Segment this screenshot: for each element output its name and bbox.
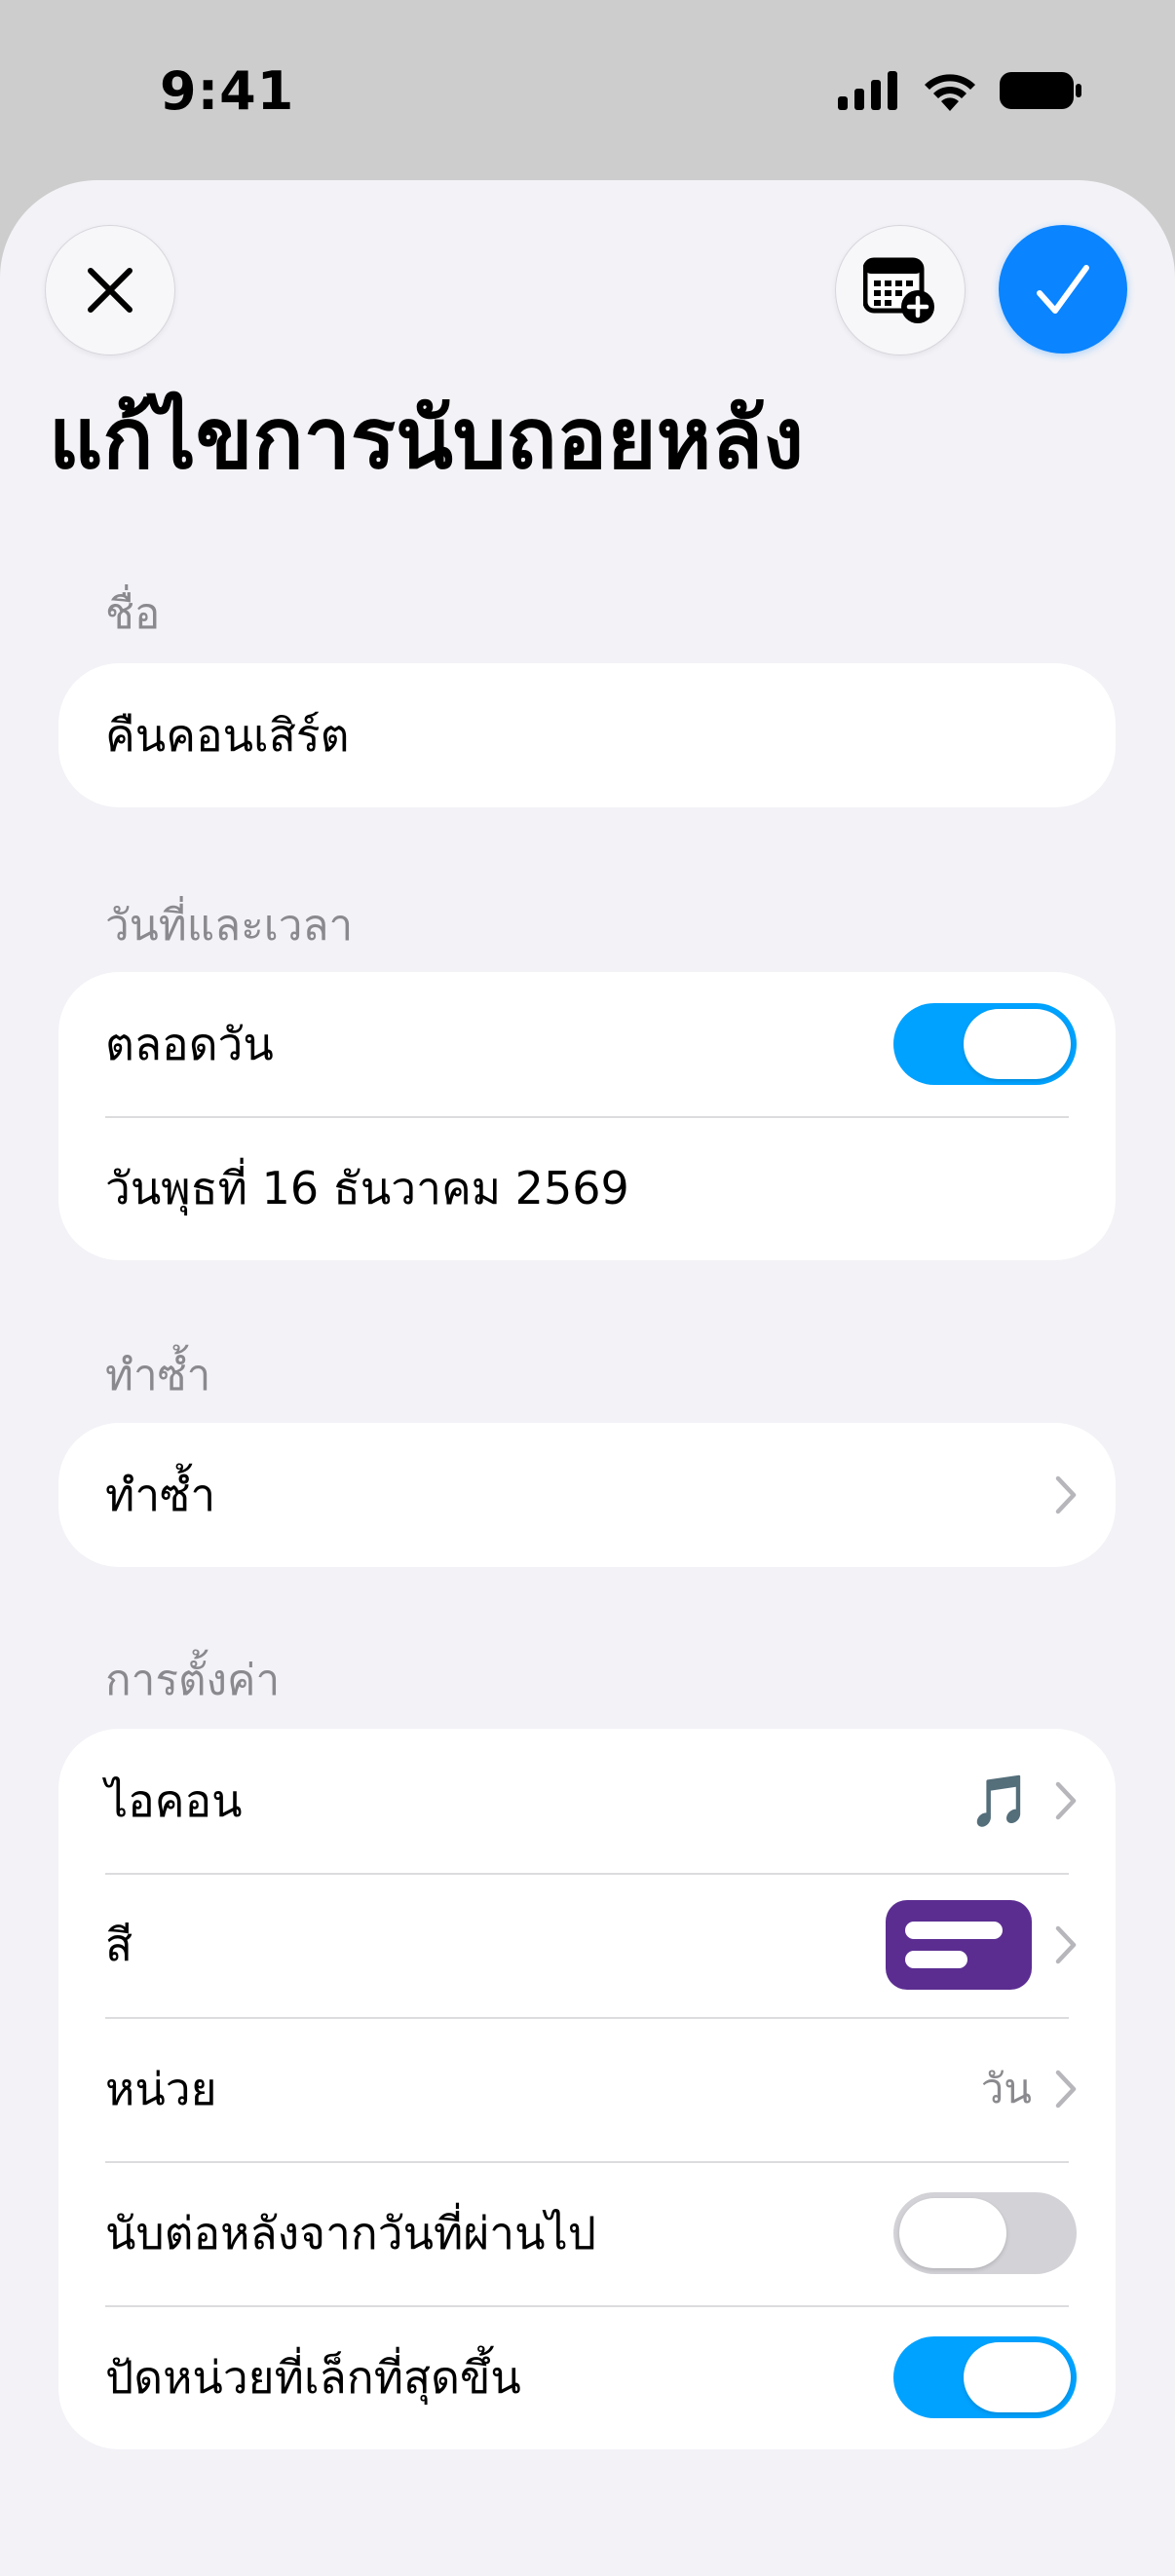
repeat-row-label: ทำซ้ำ	[105, 1468, 216, 1521]
color-swatch	[886, 1900, 1032, 1990]
round-up-label: ปัดหน่วยที่เล็กที่สุดขึ้น	[105, 2350, 521, 2404]
all-day-row: ตลอดวัน	[58, 972, 1116, 1116]
cellular-signal-icon	[838, 71, 897, 110]
calendar-add-icon	[863, 257, 934, 323]
checkmark-icon	[1037, 265, 1089, 314]
chevron-right-icon	[1055, 1475, 1077, 1514]
close-icon	[88, 268, 133, 313]
date-row[interactable]: วันพุธที่ 16 ธันวาคม 2569	[58, 1116, 1116, 1260]
count-up-row: นับต่อหลังจากวันที่ผ่านไป	[58, 2161, 1116, 2305]
chevron-right-icon	[1055, 2070, 1077, 2109]
settings-card: ไอคอน 🎵 สี หน่วย วัน นับต่อหลังจากวันที่…	[58, 1729, 1116, 2449]
status-time: 9:41	[160, 60, 295, 122]
color-row[interactable]: สี	[58, 1873, 1116, 2017]
unit-row-label: หน่วย	[105, 2062, 217, 2115]
status-bar: 9:41	[0, 0, 1175, 185]
page-title: แก้ไขการนับถอยหลัง	[49, 391, 804, 488]
unit-row[interactable]: หน่วย วัน	[58, 2017, 1116, 2161]
section-label-settings: การตั้งค่า	[105, 1656, 281, 1705]
date-value[interactable]: วันพุธที่ 16 ธันวาคม 2569	[105, 1153, 1077, 1224]
name-card: คืนคอนเสิร์ต	[58, 663, 1116, 807]
icon-row-label: ไอคอน	[105, 1773, 243, 1827]
done-button[interactable]	[999, 225, 1127, 354]
count-up-toggle[interactable]	[893, 2192, 1077, 2274]
round-up-toggle[interactable]	[893, 2336, 1077, 2418]
battery-icon	[1000, 72, 1081, 109]
chevron-right-icon	[1055, 1925, 1077, 1964]
music-note-icon: 🎵	[968, 1772, 1032, 1831]
chevron-right-icon	[1055, 1781, 1077, 1820]
repeat-row[interactable]: ทำซ้ำ	[58, 1423, 1116, 1567]
icon-row[interactable]: ไอคอน 🎵	[58, 1729, 1116, 1873]
datetime-card: ตลอดวัน วันพุธที่ 16 ธันวาคม 2569	[58, 972, 1116, 1260]
status-icons	[838, 70, 1081, 111]
round-up-row: ปัดหน่วยที่เล็กที่สุดขึ้น	[58, 2305, 1116, 2449]
edit-countdown-sheet: แก้ไขการนับถอยหลัง ชื่อ คืนคอนเสิร์ต วัน…	[0, 180, 1175, 2576]
count-up-label: นับต่อหลังจากวันที่ผ่านไป	[105, 2206, 596, 2259]
wifi-icon	[925, 74, 975, 111]
add-to-calendar-button[interactable]	[835, 225, 966, 355]
all-day-toggle[interactable]	[893, 1003, 1077, 1085]
repeat-card: ทำซ้ำ	[58, 1423, 1116, 1567]
name-value[interactable]: คืนคอนเสิร์ต	[105, 700, 1077, 771]
section-label-repeat: ทำซ้ำ	[105, 1351, 211, 1400]
color-row-label: สี	[105, 1918, 133, 1971]
name-field[interactable]: คืนคอนเสิร์ต	[58, 663, 1116, 807]
section-label-datetime: วันที่และเวลา	[105, 901, 354, 951]
close-button[interactable]	[45, 225, 175, 355]
all-day-label: ตลอดวัน	[105, 1017, 274, 1070]
section-label-name: ชื่อ	[105, 589, 161, 639]
unit-value: วัน	[980, 2065, 1032, 2112]
